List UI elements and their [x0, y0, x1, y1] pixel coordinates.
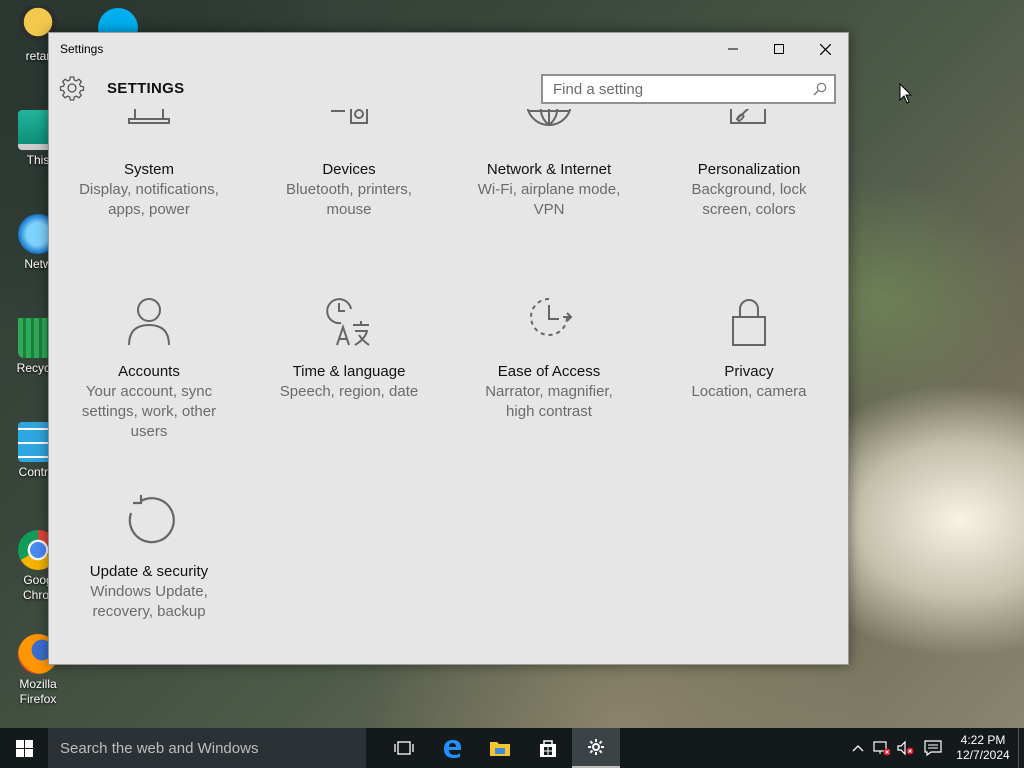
window-title: Settings [60, 42, 104, 56]
ease-of-access-icon [530, 298, 573, 336]
search-button[interactable] [806, 76, 834, 102]
category-accounts[interactable]: Accounts Your account, sync settings, wo… [59, 291, 239, 442]
volume-muted-icon [897, 740, 914, 756]
paint-icon [730, 109, 766, 124]
task-view-button[interactable] [380, 728, 428, 768]
edge-icon [444, 740, 461, 758]
page-title: SETTINGS [107, 80, 185, 97]
update-icon [128, 495, 175, 544]
settings-gear-icon [588, 739, 604, 755]
category-privacy[interactable]: Privacy Location, camera [659, 291, 839, 402]
laptop-icon [128, 109, 170, 124]
find-setting-search[interactable] [541, 74, 836, 104]
category-description: Your account, sync [85, 383, 213, 400]
settings-header: SETTINGS [49, 65, 848, 109]
globe-icon [526, 109, 572, 127]
store-button[interactable] [524, 728, 572, 768]
notification-icon [924, 740, 942, 756]
category-name: Privacy [724, 363, 774, 380]
search-icon [813, 82, 827, 96]
category-network-internet[interactable]: Network & Internet Wi-Fi, airplane mode,… [459, 109, 639, 220]
show-hidden-icons-button[interactable] [846, 728, 870, 768]
settings-taskbar-button[interactable] [572, 728, 620, 768]
task-view-icon [394, 741, 414, 755]
system-tray: 4:22 PM 12/7/2024 [846, 728, 1024, 768]
category-time-language[interactable]: Time & language Speech, region, date [259, 291, 439, 402]
category-name: Accounts [118, 363, 180, 380]
show-desktop-button[interactable] [1018, 728, 1024, 768]
clock-date: 12/7/2024 [956, 748, 1010, 762]
category-description: Display, notifications, [79, 181, 219, 198]
category-name: Network & Internet [486, 161, 612, 178]
category-name: Time & language [292, 363, 406, 380]
category-description: mouse [326, 201, 372, 218]
settings-categories: System Display, notifications, apps, pow… [49, 109, 848, 664]
maximize-button[interactable] [756, 33, 802, 65]
minimize-icon [728, 48, 738, 50]
gear-icon [59, 76, 85, 101]
maximize-icon [774, 44, 784, 54]
category-description: recovery, backup [92, 603, 206, 620]
category-description: high contrast [506, 403, 592, 420]
clock-time: 4:22 PM [960, 733, 1006, 747]
chevron-up-icon [852, 745, 864, 752]
category-name: System [123, 161, 174, 178]
category-description: Narrator, magnifier, [485, 383, 613, 400]
category-system[interactable]: System Display, notifications, apps, pow… [59, 109, 239, 220]
lock-icon [732, 299, 766, 346]
category-description: settings, work, other [81, 403, 217, 420]
network-tray-button[interactable] [870, 728, 894, 768]
search-input[interactable] [543, 80, 806, 98]
category-description: Location, camera [691, 383, 807, 400]
taskbar-apps [368, 728, 620, 768]
edge-button[interactable] [428, 728, 476, 768]
action-center-button[interactable] [918, 728, 948, 768]
category-description: screen, colors [702, 201, 796, 218]
category-name: Personalization [697, 161, 801, 178]
settings-window: Settings SETTINGS Find a setting System … [48, 32, 849, 665]
start-button[interactable] [0, 728, 48, 768]
close-icon [819, 43, 831, 55]
windows-logo-icon [15, 739, 33, 757]
desktop-icon-label: Mozilla Firefox [19, 677, 57, 706]
store-icon [540, 740, 556, 757]
category-description: VPN [533, 201, 565, 218]
category-description: Wi-Fi, airplane mode, [477, 181, 621, 198]
category-description: Background, lock [691, 181, 807, 198]
time-language-icon [326, 298, 370, 346]
file-explorer-button[interactable] [476, 728, 524, 768]
volume-tray-button[interactable] [894, 728, 918, 768]
network-disconnected-icon [873, 741, 891, 756]
category-personalization[interactable]: Personalization Background, lock screen,… [659, 109, 839, 220]
category-description: Speech, region, date [279, 383, 419, 400]
title-bar[interactable]: Settings [49, 33, 848, 65]
window-controls [710, 33, 848, 65]
devices-icon [331, 109, 368, 124]
category-name: Ease of Access [497, 363, 601, 380]
taskbar-clock[interactable]: 4:22 PM 12/7/2024 [948, 733, 1018, 763]
taskbar: 4:22 PM 12/7/2024 [0, 728, 1024, 768]
category-description: apps, power [108, 201, 190, 218]
close-button[interactable] [802, 33, 848, 65]
category-description: users [130, 423, 168, 440]
category-update-security[interactable]: Update & security Windows Update, recove… [59, 491, 239, 622]
category-devices[interactable]: Devices Bluetooth, printers, mouse [259, 109, 439, 220]
taskbar-search[interactable] [48, 728, 366, 768]
category-ease-of-access[interactable]: Ease of Access Narrator, magnifier, high… [459, 291, 639, 422]
minimize-button[interactable] [710, 33, 756, 65]
file-explorer-icon [490, 742, 510, 756]
mouse-cursor-icon [899, 83, 913, 104]
taskbar-search-input[interactable] [48, 739, 366, 757]
person-icon [128, 298, 170, 346]
category-description: Bluetooth, printers, [286, 181, 412, 198]
category-name: Devices [322, 161, 376, 178]
category-description: Windows Update, [90, 583, 208, 600]
category-name: Update & security [89, 563, 209, 580]
